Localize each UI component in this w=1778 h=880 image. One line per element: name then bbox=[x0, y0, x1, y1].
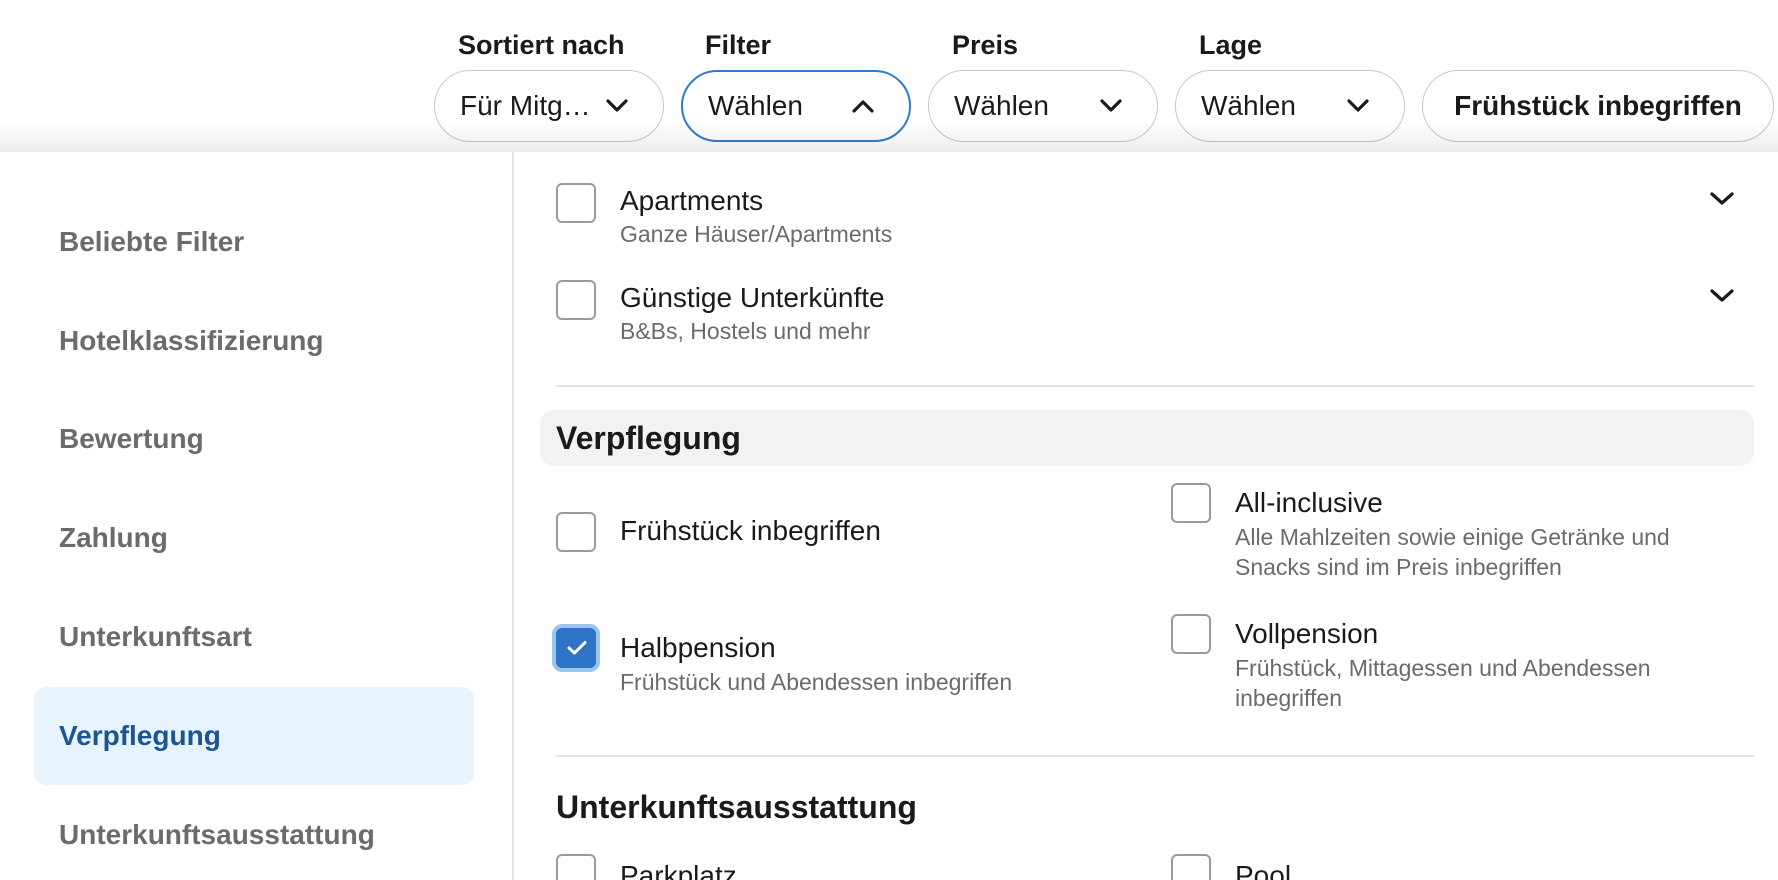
filter-bar-shadow bbox=[0, 120, 1778, 152]
breakfast-included-checkbox[interactable] bbox=[556, 512, 596, 552]
filter-panel: Beliebte Filter Hotelklassifizierung Bew… bbox=[0, 152, 1778, 880]
meals-section-title: Verpflegung bbox=[556, 420, 741, 456]
sort-label: Sortiert nach bbox=[458, 30, 625, 60]
breakfast-included-title: Frühstück inbegriffen bbox=[620, 515, 881, 546]
half-board-title: Halbpension bbox=[620, 632, 776, 663]
sidebar-item-popular-filters[interactable]: Beliebte Filter bbox=[34, 193, 474, 291]
budget-accommodations-title: Günstige Unterkünfte bbox=[620, 282, 885, 313]
quick-filter-breakfast-label: Frühstück inbegriffen bbox=[1454, 90, 1742, 121]
filter-dropdown-value: Wählen bbox=[708, 90, 803, 121]
sidebar-item-label: Bewertung bbox=[59, 423, 204, 454]
sidebar-item-label: Zahlung bbox=[59, 522, 168, 553]
sidebar-item-hotel-rating[interactable]: Hotelklassifizierung bbox=[34, 292, 474, 390]
chevron-down-icon bbox=[1099, 98, 1123, 114]
sidebar-item-property-type[interactable]: Unterkunftsart bbox=[34, 588, 474, 686]
budget-accommodations-checkbox[interactable] bbox=[556, 280, 596, 320]
chevron-down-icon bbox=[1346, 98, 1370, 114]
chevron-down-icon[interactable] bbox=[1708, 287, 1736, 310]
all-inclusive-title: All-inclusive bbox=[1235, 487, 1383, 518]
amenities-section-title: Unterkunftsausstattung bbox=[556, 789, 917, 825]
sidebar-item-label: Unterkunftsart bbox=[59, 621, 252, 652]
apartments-title: Apartments bbox=[620, 185, 764, 216]
sidebar-item-label: Verpflegung bbox=[59, 720, 221, 751]
full-board-subtitle: Frühstück, Mittagessen und Abendessen in… bbox=[1235, 655, 1651, 711]
sidebar-item-review-score[interactable]: Bewertung bbox=[34, 390, 474, 488]
parking-checkbox[interactable] bbox=[556, 854, 596, 880]
sidebar-item-label: Beliebte Filter bbox=[59, 226, 245, 257]
section-divider bbox=[556, 755, 1754, 757]
all-inclusive-checkbox[interactable] bbox=[1171, 483, 1211, 523]
budget-accommodations-subtitle: B&Bs, Hostels und mehr bbox=[620, 318, 871, 344]
chevron-up-icon bbox=[851, 98, 875, 114]
location-dropdown-value: Wählen bbox=[1201, 90, 1296, 121]
filter-category-sidebar: Beliebte Filter Hotelklassifizierung Bew… bbox=[0, 152, 514, 880]
apartments-subtitle: Ganze Häuser/Apartments bbox=[620, 221, 893, 247]
checkmark-icon bbox=[567, 641, 587, 655]
all-inclusive-subtitle: Alle Mahlzeiten sowie einige Getränke un… bbox=[1235, 524, 1670, 580]
apartments-checkbox[interactable] bbox=[556, 183, 596, 223]
filter-bar: Sortiert nach Für Mitg… Filter Wählen Pr… bbox=[0, 0, 1778, 152]
filter-options-content: Apartments Ganze Häuser/Apartments Günst… bbox=[514, 152, 1778, 880]
filter-label: Filter bbox=[705, 30, 772, 60]
sort-dropdown-value: Für Mitg… bbox=[460, 90, 591, 121]
location-label: Lage bbox=[1199, 30, 1263, 60]
full-board-title: Vollpension bbox=[1235, 618, 1379, 649]
chevron-down-icon bbox=[605, 98, 629, 114]
price-dropdown-value: Wählen bbox=[954, 90, 1049, 121]
chevron-down-icon[interactable] bbox=[1708, 190, 1736, 213]
half-board-checkbox[interactable] bbox=[556, 628, 596, 668]
sidebar-item-meals[interactable]: Verpflegung bbox=[34, 687, 474, 785]
full-board-checkbox[interactable] bbox=[1171, 614, 1211, 654]
sidebar-item-label: Hotelklassifizierung bbox=[59, 325, 324, 356]
half-board-subtitle: Frühstück und Abendessen inbegriffen bbox=[620, 669, 1013, 695]
pool-title: Pool bbox=[1235, 860, 1292, 880]
sidebar-item-payment[interactable]: Zahlung bbox=[34, 489, 474, 587]
sidebar-item-label: Unterkunftsausstattung bbox=[59, 819, 375, 850]
section-divider bbox=[556, 385, 1754, 387]
sidebar-item-amenities[interactable]: Unterkunftsausstattung bbox=[34, 786, 474, 880]
parking-title: Parkplatz bbox=[620, 860, 737, 880]
price-label: Preis bbox=[952, 30, 1019, 60]
pool-checkbox[interactable] bbox=[1171, 854, 1211, 880]
